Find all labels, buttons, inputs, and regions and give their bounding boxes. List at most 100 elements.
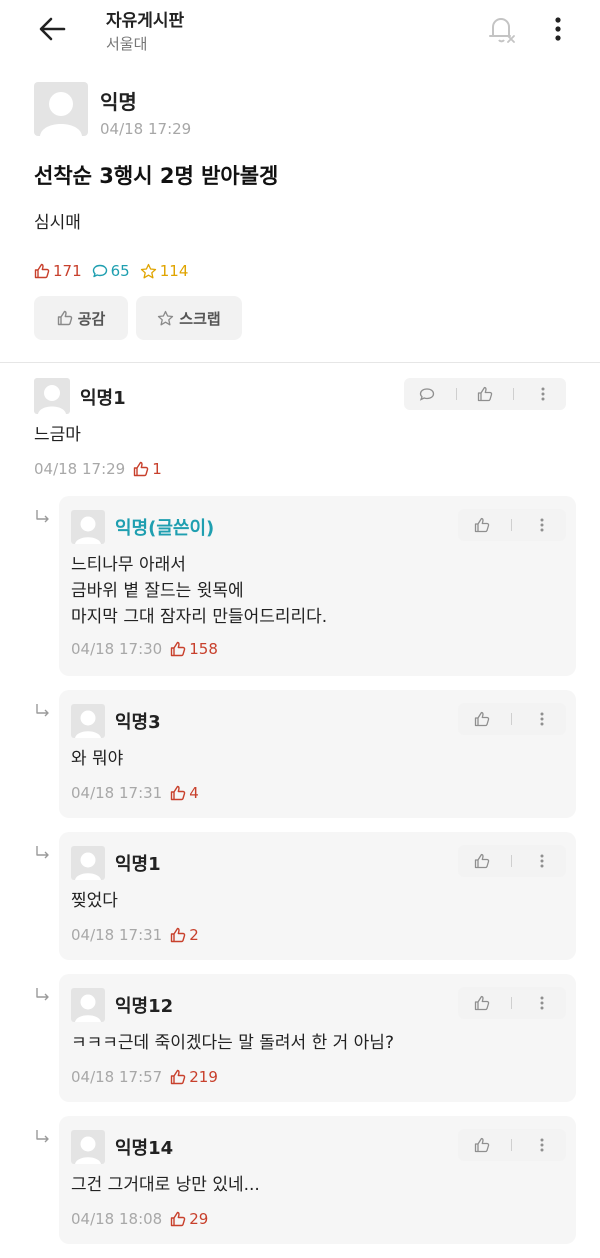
reply-author: 익명1	[115, 854, 161, 875]
reply-likes-value: 2	[189, 926, 199, 944]
thumbs-up-icon	[474, 995, 490, 1011]
reply-likes: 2	[170, 926, 199, 944]
post-comment-divider	[0, 362, 600, 363]
avatar-icon	[75, 1136, 101, 1164]
like-reply-button[interactable]	[464, 845, 500, 877]
reply-arrow-icon	[36, 510, 49, 523]
comment-author-avatar	[34, 378, 70, 414]
scrap-count-value: 114	[159, 262, 189, 280]
reply-more-button[interactable]	[524, 703, 560, 735]
toolbar-separator	[511, 1139, 513, 1151]
comment-bubble-icon	[92, 264, 107, 278]
thumbs-up-icon	[171, 1069, 186, 1085]
reply-toolbar	[458, 987, 566, 1019]
more-vertical-icon	[540, 518, 544, 532]
scrap-count: 114	[140, 262, 189, 280]
like-reply-button[interactable]	[464, 509, 500, 541]
reply-author: 익명(글쓴이)	[115, 518, 215, 539]
reply-meta: 04/18 17:31 4	[71, 784, 199, 802]
post-author-avatar	[34, 82, 88, 136]
post-title: 선착순 3행시 2명 받아볼겡	[34, 164, 279, 188]
more-vertical-icon	[555, 17, 561, 41]
reply-time: 04/18 18:08	[71, 1210, 163, 1228]
more-vertical-icon	[540, 1138, 544, 1152]
star-icon	[158, 310, 174, 325]
reply-arrow-icon	[36, 1130, 49, 1143]
thumbs-up-icon	[171, 1211, 186, 1227]
thumbs-up-icon	[134, 461, 149, 477]
scrap-button[interactable]: 스크랩	[136, 296, 242, 340]
like-comment-button[interactable]	[467, 378, 503, 410]
post-author: 익명	[100, 90, 137, 114]
thumbs-up-icon	[171, 641, 186, 657]
comment-more-button[interactable]	[525, 378, 561, 410]
reply-arrow-icon	[36, 846, 49, 859]
reply-text: 느티나무 아래서 금바위 볕 잘드는 윗목에 마지막 그대 잠자리 만들어드리리…	[71, 555, 328, 627]
reply-likes-value: 158	[189, 640, 218, 658]
reply-likes: 29	[170, 1210, 208, 1228]
reply-meta: 04/18 17:57 219	[71, 1068, 218, 1086]
reply-more-button[interactable]	[524, 845, 560, 877]
reply-author: 익명3	[115, 712, 161, 733]
reply-toolbar	[458, 703, 566, 735]
like-count: 171	[34, 262, 82, 280]
thumbs-up-icon	[34, 263, 50, 279]
reply-likes: 4	[170, 784, 199, 802]
reply-author-avatar	[71, 510, 105, 544]
reply-meta: 04/18 17:30 158	[71, 640, 218, 658]
back-button[interactable]	[34, 14, 70, 44]
reply-arrow-icon	[36, 988, 49, 1001]
top-app-bar: 자유게시판 서울대	[0, 0, 600, 64]
reply-likes: 158	[170, 640, 218, 658]
like-count-value: 171	[53, 262, 82, 280]
thumbs-up-icon	[171, 785, 186, 801]
toolbar-separator	[511, 855, 513, 867]
like-reply-button[interactable]	[464, 1129, 500, 1161]
comment-count: 65	[92, 262, 130, 280]
reply-toolbar	[458, 509, 566, 541]
star-icon	[140, 263, 156, 278]
empathy-button-label: 공감	[77, 309, 106, 328]
scrap-button-label: 스크랩	[179, 309, 221, 328]
back-arrow-icon	[39, 17, 66, 41]
like-reply-button[interactable]	[464, 987, 500, 1019]
reply-more-button[interactable]	[524, 987, 560, 1019]
reply-more-button[interactable]	[524, 509, 560, 541]
reply-time: 04/18 17:31	[71, 926, 163, 944]
reply-text: 찢었다	[71, 891, 118, 911]
bell-off-icon	[489, 18, 515, 43]
reply-more-button[interactable]	[524, 1129, 560, 1161]
reply-arrow-icon	[36, 704, 49, 717]
empathy-button[interactable]: 공감	[34, 296, 128, 340]
reply-toolbar	[458, 845, 566, 877]
reply-time: 04/18 17:30	[71, 640, 163, 658]
comment-toolbar	[404, 378, 566, 410]
school-name: 서울대	[106, 35, 148, 53]
reply-text: ㅋㅋㅋ근데 죽이겠다는 말 돌려서 한 거 아님?	[71, 1033, 394, 1053]
reply-likes: 219	[170, 1068, 218, 1086]
more-options-button[interactable]	[548, 12, 568, 46]
post-stats: 171 65 114	[34, 260, 198, 282]
avatar-icon	[75, 516, 101, 544]
reply: 익명3 와 뭐야 04/18 17:31 4	[59, 690, 576, 818]
reply-author-avatar	[71, 988, 105, 1022]
comment-likes: 1	[133, 460, 162, 478]
thumbs-up-icon	[171, 927, 186, 943]
thumbs-up-icon	[474, 853, 490, 869]
reply-text: 와 뭐야	[71, 749, 124, 769]
reply-likes-value: 4	[189, 784, 199, 802]
reply-author: 익명14	[115, 1138, 174, 1159]
reply-toolbar	[458, 1129, 566, 1161]
reply-meta: 04/18 18:08 29	[71, 1210, 208, 1228]
like-reply-button[interactable]	[464, 703, 500, 735]
notification-toggle-button[interactable]	[484, 12, 518, 46]
reply: 익명(글쓴이) 느티나무 아래서 금바위 볕 잘드는 윗목에 마지막 그대 잠자…	[59, 496, 576, 676]
reply-meta: 04/18 17:31 2	[71, 926, 199, 944]
reply-time: 04/18 17:57	[71, 1068, 163, 1086]
post-time: 04/18 17:29	[100, 120, 192, 138]
reply: 익명12 ㅋㅋㅋ근데 죽이겠다는 말 돌려서 한 거 아님? 04/18 17:…	[59, 974, 576, 1102]
reply-author: 익명12	[115, 996, 174, 1017]
reply-comment-button[interactable]	[409, 378, 445, 410]
thumbs-up-icon	[57, 310, 72, 326]
comment-bubble-icon	[420, 388, 435, 401]
